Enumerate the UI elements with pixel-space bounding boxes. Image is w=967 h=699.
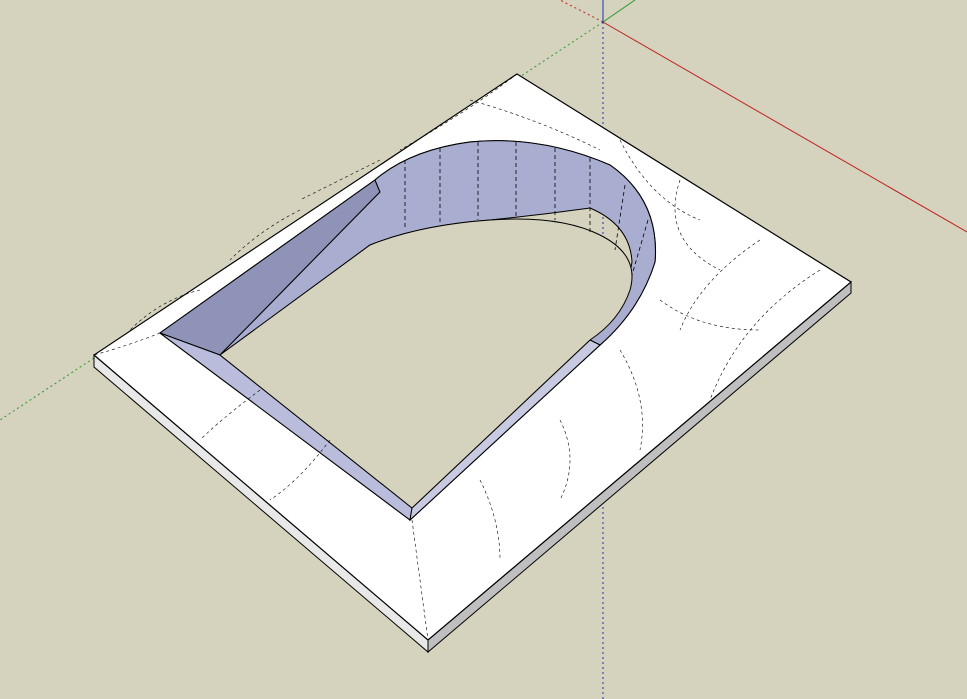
3d-viewport[interactable]: [0, 0, 967, 699]
